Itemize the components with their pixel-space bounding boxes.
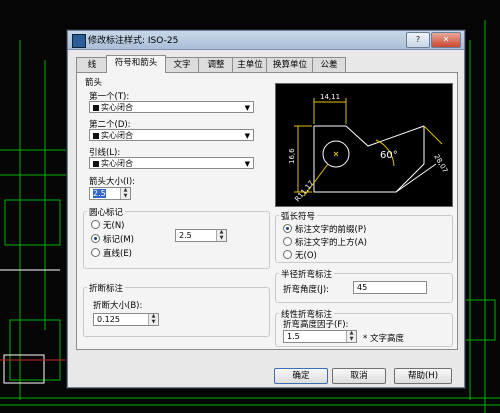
style-preview: 14,11 16,6 28,07 60° R11,17 bbox=[275, 83, 453, 207]
arc-above-radio[interactable]: 标注文字的上方(A) bbox=[283, 236, 367, 248]
chevron-down-icon: ▼ bbox=[244, 132, 250, 140]
leader-arrow-value: 实心闭合 bbox=[101, 159, 133, 168]
radio-icon bbox=[91, 248, 100, 257]
break-size-value: 0.125 bbox=[97, 315, 120, 324]
jog-height-value: 1.5 bbox=[287, 332, 300, 341]
arc-none-label: 无(O) bbox=[295, 251, 317, 261]
spin-updown-icon[interactable]: ▲ ▼ bbox=[346, 330, 356, 342]
chevron-down-icon: ▼ bbox=[244, 104, 250, 112]
arc-prefix-radio[interactable]: 标注文字的前缀(P) bbox=[283, 223, 366, 235]
radius-jog-heading: 半径折弯标注 bbox=[279, 268, 335, 280]
radio-icon bbox=[91, 220, 100, 229]
chevron-down-icon: ▼ bbox=[244, 160, 250, 168]
tab-alternate-units[interactable]: 换算单位 bbox=[266, 57, 314, 72]
radio-icon bbox=[283, 250, 292, 259]
arrow-size-label: 箭头大小(I): bbox=[89, 177, 136, 187]
arc-none-radio[interactable]: 无(O) bbox=[283, 249, 317, 261]
help-button[interactable]: 帮助(H) bbox=[394, 368, 452, 384]
preview-dim-left: 16,6 bbox=[288, 148, 296, 164]
app-icon bbox=[72, 34, 86, 48]
center-none-radio[interactable]: 无(N) bbox=[91, 219, 125, 231]
spin-updown-icon[interactable]: ▲ ▼ bbox=[148, 313, 158, 325]
center-line-radio[interactable]: 直线(E) bbox=[91, 247, 132, 259]
arrow-swatch-icon bbox=[93, 104, 99, 111]
center-line-label: 直线(E) bbox=[103, 249, 133, 259]
tab-symbols-arrows[interactable]: 符号和箭头 bbox=[106, 55, 166, 73]
symbols-arrows-panel: 箭头 第一个(T): 实心闭合 ▼ 第二个(D): 实心闭合 ▼ 引线(L): 实心… bbox=[76, 72, 458, 350]
spin-updown-icon[interactable]: ▲ ▼ bbox=[120, 187, 130, 199]
radio-selected-icon bbox=[283, 224, 292, 233]
preview-radius: R11,17 bbox=[293, 179, 315, 203]
cancel-button[interactable]: 取消 bbox=[332, 368, 386, 384]
radio-selected-icon bbox=[91, 234, 100, 243]
preview-angle: 60° bbox=[380, 150, 398, 161]
leader-arrow-select[interactable]: 实心闭合 ▼ bbox=[89, 157, 254, 169]
jog-angle-value: 45 bbox=[357, 283, 368, 292]
break-size-stepper[interactable]: 0.125 ▲ ▼ bbox=[93, 313, 159, 326]
close-button[interactable]: ✕ bbox=[431, 32, 461, 48]
preview-dim-right: 28,07 bbox=[432, 153, 449, 174]
arrow-size-value: 2.5 bbox=[93, 189, 106, 198]
arrow-swatch-icon bbox=[93, 132, 99, 139]
preview-dim-top: 14,11 bbox=[320, 93, 340, 101]
center-mark-label: 标记(M) bbox=[103, 235, 134, 245]
tab-lines[interactable]: 线 bbox=[76, 57, 108, 72]
arrowheads-heading: 箭头 bbox=[85, 78, 103, 88]
tab-fit[interactable]: 调整 bbox=[198, 57, 234, 72]
center-none-label: 无(N) bbox=[103, 221, 125, 231]
arc-length-heading: 弧长符号 bbox=[279, 210, 318, 222]
tab-tolerances[interactable]: 公差 bbox=[312, 57, 346, 72]
dimension-break-group bbox=[83, 287, 270, 337]
dimension-style-dialog: 修改标注样式: ISO-25 ? ✕ 线 符号和箭头 文字 调整 主单位 换算单… bbox=[67, 30, 465, 388]
break-size-label: 折断大小(B): bbox=[93, 301, 143, 311]
second-arrow-select[interactable]: 实心闭合 ▼ bbox=[89, 129, 254, 141]
ok-button[interactable]: 确定 bbox=[274, 368, 328, 384]
arrow-size-stepper[interactable]: 2.5 ▲ ▼ bbox=[89, 187, 131, 200]
second-arrow-value: 实心闭合 bbox=[101, 131, 133, 140]
center-mark-radio[interactable]: 标记(M) bbox=[91, 233, 134, 245]
jog-height-label: 折弯高度因子(F): bbox=[283, 320, 349, 330]
spin-updown-icon[interactable]: ▲ ▼ bbox=[216, 229, 226, 241]
center-marks-heading: 圆心标记 bbox=[87, 206, 126, 218]
jog-height-stepper[interactable]: 1.5 ▲ ▼ bbox=[283, 330, 357, 343]
radio-icon bbox=[283, 237, 292, 246]
jog-angle-input[interactable]: 45 bbox=[353, 281, 427, 294]
arc-above-label: 标注文字的上方(A) bbox=[295, 238, 367, 248]
arc-prefix-label: 标注文字的前缀(P) bbox=[295, 225, 367, 235]
tab-primary-units[interactable]: 主单位 bbox=[232, 57, 268, 72]
first-arrow-select[interactable]: 实心闭合 ▼ bbox=[89, 101, 254, 113]
tab-text[interactable]: 文字 bbox=[164, 57, 200, 72]
title-bar[interactable]: 修改标注样式: ISO-25 ? ✕ bbox=[68, 31, 464, 50]
center-mark-size-stepper[interactable]: 2.5 ▲ ▼ bbox=[175, 229, 227, 242]
dialog-title: 修改标注样式: ISO-25 bbox=[88, 36, 179, 46]
dimension-break-heading: 折断标注 bbox=[87, 282, 126, 294]
center-mark-size-value: 2.5 bbox=[179, 231, 192, 240]
text-height-suffix: * 文字高度 bbox=[363, 334, 404, 344]
jog-angle-label: 折弯角度(J): bbox=[283, 285, 330, 295]
help-title-button[interactable]: ? bbox=[406, 32, 430, 48]
arrow-swatch-icon bbox=[93, 160, 99, 167]
first-arrow-value: 实心闭合 bbox=[101, 103, 133, 112]
